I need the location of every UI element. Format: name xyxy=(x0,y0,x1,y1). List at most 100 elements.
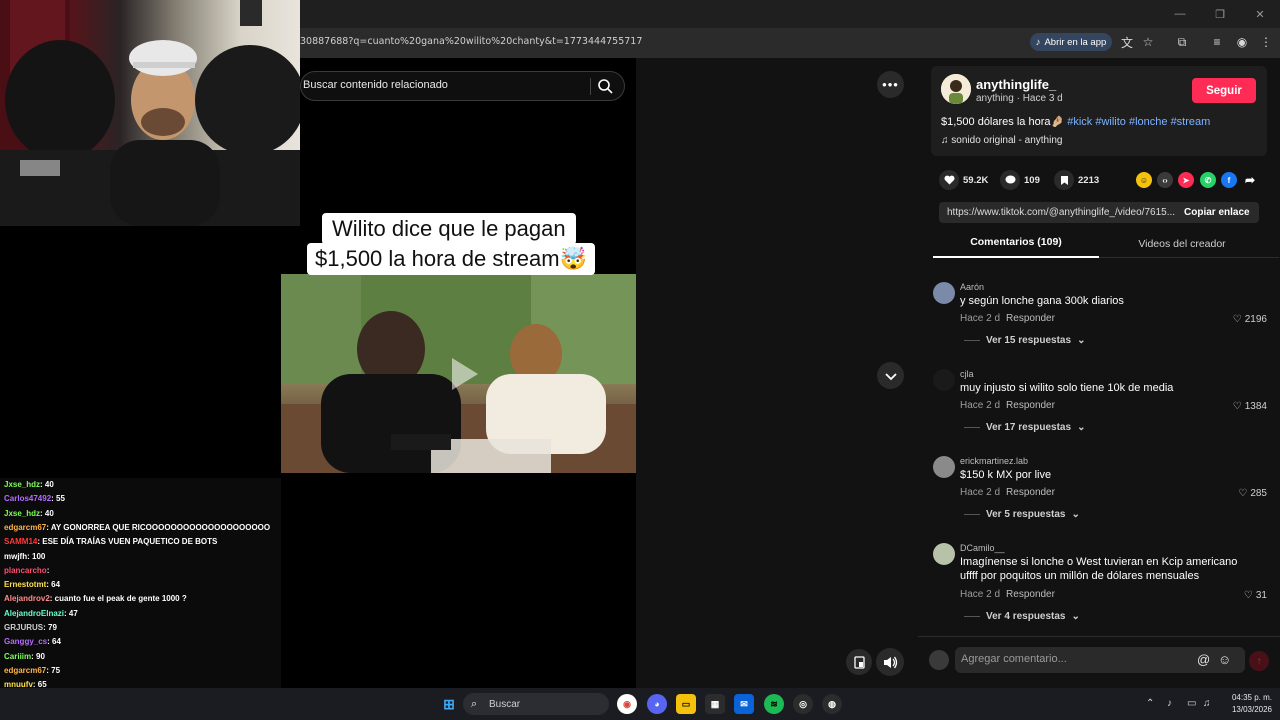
stage-side xyxy=(636,58,918,688)
view-replies-button[interactable]: Ver 4 respuestas ⌄ xyxy=(964,611,1080,622)
obs-icon[interactable]: ◍ xyxy=(822,694,842,714)
send-to-friend-icon[interactable]: ➤ xyxy=(1178,172,1194,188)
clock-time[interactable]: 04:35 p. m. xyxy=(1226,693,1272,702)
tab-comments[interactable]: Comentarios (109) xyxy=(933,236,1099,248)
microsoft-store-icon[interactable]: ▦ xyxy=(705,694,725,714)
chat-username[interactable]: Cariiim xyxy=(4,652,31,661)
view-replies-button[interactable]: Ver 15 respuestas ⌄ xyxy=(964,335,1085,346)
chat-username[interactable]: mwjfh xyxy=(4,552,27,561)
reading-list-icon[interactable]: ≡ xyxy=(1209,34,1225,50)
comment-author[interactable]: Aarón xyxy=(960,282,984,292)
search-icon[interactable] xyxy=(597,78,614,95)
chat-text: : AY GONORREA QUE RICOOOOOOOOOOOOOOOOOOO… xyxy=(46,522,271,532)
browser-menu-icon[interactable]: ⋮ xyxy=(1258,34,1274,50)
comment-text: muy injusto si wilito solo tiene 10k de … xyxy=(960,382,1174,394)
discord-icon[interactable]: ◕ xyxy=(647,694,667,714)
avatar[interactable] xyxy=(933,543,955,565)
save-button[interactable]: 2213 xyxy=(1054,170,1099,190)
taskbar-search[interactable] xyxy=(463,693,609,715)
play-icon[interactable] xyxy=(442,354,482,394)
whatsapp-icon[interactable]: ✆ xyxy=(1200,172,1216,188)
share-link-text[interactable]: https://www.tiktok.com/@anythinglife_/vi… xyxy=(947,207,1175,218)
chat-username[interactable]: edgarcm67 xyxy=(4,666,46,675)
chat-message: AlejandroElnazi: 47 xyxy=(4,609,78,618)
maximize-icon[interactable]: ❐ xyxy=(1200,0,1240,28)
reply-button[interactable]: Responder xyxy=(1006,487,1055,498)
post-username[interactable]: anythinglife_ xyxy=(976,77,1056,92)
chat-username[interactable]: Jxse_hdz xyxy=(4,480,40,489)
chat-username[interactable]: Carlos47492 xyxy=(4,494,51,503)
replies-divider xyxy=(964,427,980,428)
view-replies-button[interactable]: Ver 5 respuestas ⌄ xyxy=(964,509,1080,520)
follow-button[interactable]: Seguir xyxy=(1192,78,1256,103)
heart-icon xyxy=(939,170,959,190)
profile-avatar-icon[interactable]: ◉ xyxy=(1234,34,1250,50)
chat-username[interactable]: SAMM14 xyxy=(4,537,37,546)
url-text[interactable]: 30887688?q=cuanto%20gana%20wilito%20chan… xyxy=(300,36,642,47)
windows-start-icon[interactable]: ⊞ xyxy=(439,694,459,714)
chat-message: plancarcho: xyxy=(4,566,49,575)
like-button[interactable]: 59.2K xyxy=(939,170,988,190)
comment-author[interactable]: erickmartinez.lab xyxy=(960,456,1028,466)
extensions-icon[interactable]: ⧉ xyxy=(1174,34,1190,50)
open-in-app-button[interactable]: ♪ Abrir en la app xyxy=(1030,33,1112,51)
tray-chevron-icon[interactable]: ⌃ xyxy=(1146,698,1154,709)
speaker-icon[interactable]: ♫ xyxy=(1203,698,1211,709)
chat-text: : cuanto fue el peak de gente 1000 ? xyxy=(49,594,187,604)
close-icon[interactable]: ✕ xyxy=(1240,0,1280,28)
hashtags[interactable]: #kick #wilito #lonche #stream xyxy=(1067,116,1210,128)
chat-username[interactable]: edgarcm67 xyxy=(4,523,46,532)
comment-author[interactable]: DCamilo__ xyxy=(960,543,1005,553)
facebook-icon[interactable]: f xyxy=(1221,172,1237,188)
view-replies-button[interactable]: Ver 17 respuestas ⌄ xyxy=(964,422,1085,433)
chat-username[interactable]: GRJURUS xyxy=(4,623,43,632)
chevron-down-icon: ⌄ xyxy=(1071,611,1080,622)
friends-share-icon[interactable]: ☺ xyxy=(1136,172,1152,188)
tab-creator-videos[interactable]: Videos del creador xyxy=(1099,238,1265,250)
comment-like-button[interactable]: ♡ 1384 xyxy=(1233,401,1267,412)
picture-in-picture-icon[interactable] xyxy=(846,649,872,675)
post-subtitle: anything · Hace 3 d xyxy=(976,93,1063,104)
comment-like-button[interactable]: ♡ 285 xyxy=(1238,488,1267,499)
mail-icon[interactable]: ✉ xyxy=(734,694,754,714)
microphone-icon[interactable]: ♪ xyxy=(1167,698,1172,709)
avatar[interactable] xyxy=(933,369,955,391)
network-icon[interactable]: ▭ xyxy=(1187,698,1196,709)
emoji-icon[interactable]: ☺ xyxy=(1218,652,1231,667)
comment-author[interactable]: cjla xyxy=(960,369,974,379)
avatar[interactable] xyxy=(941,74,971,104)
clock-date[interactable]: 13/03/2026 xyxy=(1216,705,1272,714)
post-sound[interactable]: ♫ sonido original - anything xyxy=(941,135,1062,146)
mention-icon[interactable]: @ xyxy=(1197,652,1210,667)
reply-button[interactable]: Responder xyxy=(1006,313,1055,324)
share-arrow-icon[interactable]: ➦ xyxy=(1242,172,1258,188)
bookmark-star-icon[interactable]: ☆ xyxy=(1140,34,1156,50)
comment-like-button[interactable]: ♡ 31 xyxy=(1244,590,1267,601)
minimize-icon[interactable]: — xyxy=(1160,0,1200,28)
more-options-icon[interactable]: ••• xyxy=(877,71,904,98)
translate-icon[interactable]: 文 xyxy=(1119,34,1135,50)
app-icon[interactable]: ◎ xyxy=(793,694,813,714)
related-search-placeholder: Buscar contenido relacionado xyxy=(303,79,448,91)
send-comment-icon[interactable]: ↑ xyxy=(1249,651,1269,671)
chrome-icon[interactable]: ◉ xyxy=(617,694,637,714)
spotify-icon[interactable]: ≋ xyxy=(764,694,784,714)
chat-username[interactable]: Jxse_hdz xyxy=(4,509,40,518)
reply-button[interactable]: Responder xyxy=(1006,400,1055,411)
file-explorer-icon[interactable]: ▭ xyxy=(676,694,696,714)
chat-username[interactable]: plancarcho xyxy=(4,566,47,575)
reply-button[interactable]: Responder xyxy=(1006,589,1055,600)
chat-text: : 90 xyxy=(31,651,45,661)
avatar[interactable] xyxy=(933,282,955,304)
comment-button[interactable]: 109 xyxy=(1000,170,1040,190)
chat-username[interactable]: AlejandroElnazi xyxy=(4,609,64,618)
avatar[interactable] xyxy=(933,456,955,478)
chat-username[interactable]: Ganggy_cs xyxy=(4,637,47,646)
comment-like-button[interactable]: ♡ 2196 xyxy=(1233,314,1267,325)
chat-username[interactable]: Ernestotmt xyxy=(4,580,46,589)
chat-username[interactable]: Alejandrov2 xyxy=(4,594,50,603)
chevron-down-icon[interactable] xyxy=(877,362,904,389)
embed-icon[interactable]: ‹› xyxy=(1157,172,1173,188)
copy-link-button[interactable]: Copiar enlace xyxy=(1184,207,1250,218)
volume-icon[interactable] xyxy=(876,648,904,676)
